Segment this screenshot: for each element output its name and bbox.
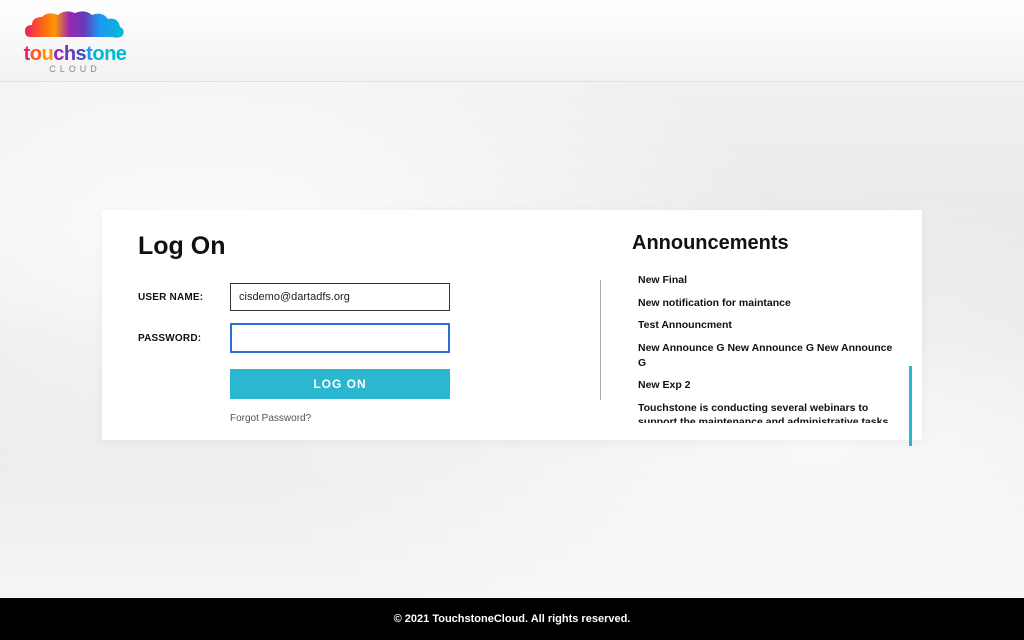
announcement-description: Touchstone is conducting several webinar… [638,401,894,423]
login-heading: Log On [138,232,518,261]
announcement-item: New notification for maintance [638,296,894,311]
announcements-heading: Announcements [632,232,894,255]
announcement-item: Test Announcment [638,318,894,333]
app-header: touchstone CLOUD [0,0,1024,82]
announcements-panel: Announcements New Final New notification… [518,232,894,418]
main-content: Log On USER NAME: PASSWORD: LOG ON Forgo… [0,82,1024,598]
brand-logo: touchstone CLOUD [20,7,130,74]
logon-button[interactable]: LOG ON [230,369,450,399]
username-input[interactable] [230,283,450,311]
username-row: USER NAME: [138,283,518,311]
announcements-list: New Final New notification for maintance… [638,273,894,423]
announcements-scrollbar[interactable] [909,296,912,446]
password-label: PASSWORD: [138,333,230,344]
brand-name: touchstone [24,43,127,66]
cloud-icon [20,7,130,45]
login-card: Log On USER NAME: PASSWORD: LOG ON Forgo… [102,210,922,440]
brand-subtitle: CLOUD [49,64,101,74]
scrollbar-thumb[interactable] [909,366,912,446]
password-row: PASSWORD: [138,323,518,353]
username-label: USER NAME: [138,292,230,303]
footer-text: © 2021 TouchstoneCloud. All rights reser… [394,613,631,625]
page-footer: © 2021 TouchstoneCloud. All rights reser… [0,598,1024,640]
announcement-item: New Announce G New Announce G New Announ… [638,341,894,370]
forgot-password-link[interactable]: Forgot Password? [230,413,311,424]
announcement-item: New Final [638,273,894,288]
password-input[interactable] [230,323,450,353]
announcement-item: New Exp 2 [638,378,894,393]
login-panel: Log On USER NAME: PASSWORD: LOG ON Forgo… [138,232,518,418]
